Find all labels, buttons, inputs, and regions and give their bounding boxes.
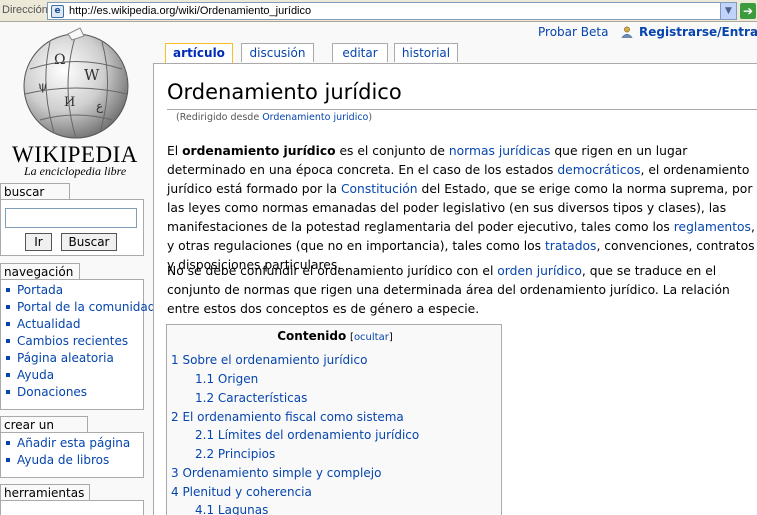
paragraph-2: No se debe confundir el ordenamiento jur… [167,264,730,316]
ir-button[interactable]: Ir [25,233,52,251]
redirect-note: (Redirigido desde Ordenamiento juridico) [176,112,373,123]
link-tratados[interactable]: tratados [545,239,597,253]
tools-portlet [0,500,144,515]
bullet-icon [6,389,10,394]
nav-item-donaciones[interactable]: Donaciones [5,384,143,401]
tools-portlet-title: herramientas [0,484,90,500]
registrar-link[interactable]: Registrarse/Entrar [639,25,757,39]
toc-item-2-1[interactable]: 2.1 Límites del ordenamiento jurídico [195,428,419,442]
toc-hide: [ocultar] [350,332,393,343]
toc-item-3[interactable]: 3 Ordenamiento simple y complejo [171,466,381,480]
svg-text:И: И [64,95,75,110]
chevron-down-icon[interactable]: ▼ [720,3,736,19]
content-area: Ordenamiento jurídico (Redirigido desde … [153,63,757,515]
navigation-portlet: Portada Portal de la comunidad Actualida… [0,279,155,410]
go-arrow-icon[interactable]: ➔ [740,3,756,19]
table-of-contents: Contenido [ocultar] 1 Sobre el ordenamie… [166,324,502,515]
url-field[interactable]: e http://es.wikipedia.org/wiki/Ordenamie… [47,2,737,20]
user-icon [621,26,633,38]
search-input[interactable] [5,208,137,228]
tab-discusion[interactable]: discusión [241,43,314,62]
svg-text:Ω: Ω [54,52,66,68]
nav-item-actualidad[interactable]: Actualidad [5,316,143,333]
bullet-icon [6,372,10,377]
book-portlet-title: crear un libro [0,416,88,446]
link-orden-juridico[interactable]: orden jurídico [497,264,582,278]
bullet-icon [6,338,10,343]
toc-item-2[interactable]: 2 El ordenamiento fiscal como sistema [171,410,404,424]
bullet-icon [6,287,10,292]
nav-item-cambios[interactable]: Cambios recientes [5,333,143,350]
buscar-button[interactable]: Buscar [61,233,117,251]
wikipedia-logo[interactable]: Ω W И ع ψ WIKIPEDIA La enciclopedia libr… [0,22,150,182]
bullet-icon [6,304,10,309]
address-bar: Dirección e http://es.wikipedia.org/wiki… [0,0,757,22]
tab-historial[interactable]: historial [394,43,458,62]
search-portlet: Ir Buscar [0,199,144,256]
bullet-icon [6,457,10,462]
book-item-add[interactable]: Añadir esta página [5,435,143,452]
bullet-icon [6,440,10,445]
link-democraticos[interactable]: democráticos [557,163,640,177]
toc-item-2-2[interactable]: 2.2 Principios [195,447,275,461]
svg-text:ψ: ψ [38,79,47,93]
book-portlet: Añadir esta página Ayuda de libros [0,432,144,478]
tab-articulo[interactable]: artículo [165,43,233,64]
paragraph-1: El ordenamiento jurídico es el conjunto … [167,144,755,272]
tab-editar[interactable]: editar [332,43,388,62]
address-label: Dirección [2,4,48,16]
page-icon: e [51,5,64,18]
book-item-help[interactable]: Ayuda de libros [5,452,143,469]
bullet-icon [6,321,10,326]
link-normas-juridicas[interactable]: normas jurídicas [449,144,551,158]
toc-item-1[interactable]: 1 Sobre el ordenamiento jurídico [171,353,367,367]
toc-item-1-1[interactable]: 1.1 Origen [195,372,258,386]
bullet-icon [6,355,10,360]
toc-item-4[interactable]: 4 Plenitud y coherencia [171,485,312,499]
toc-title: Contenido [277,329,347,343]
toc-item-1-2[interactable]: 1.2 Características [195,391,307,405]
title-divider [167,109,757,110]
nav-item-portada[interactable]: Portada [5,282,143,299]
toc-item-4-1[interactable]: 4.1 Lagunas [195,503,268,515]
toc-header: Contenido [ocultar] [167,329,503,343]
link-constitucion[interactable]: Constitución [341,182,418,196]
nav-item-ayuda[interactable]: Ayuda [5,367,143,384]
svg-text:W: W [84,66,100,84]
wikipedia-tagline: La enciclopedia libre [24,164,127,178]
puzzle-globe-icon: Ω W И ع ψ [23,27,129,139]
url-text[interactable]: http://es.wikipedia.org/wiki/Ordenamient… [69,5,311,17]
nav-item-portal[interactable]: Portal de la comunidad [5,299,155,316]
probar-beta-link[interactable]: Probar Beta [538,25,608,39]
search-portlet-title: buscar [0,183,70,199]
link-reglamentos[interactable]: reglamentos [674,220,751,234]
nav-item-aleatoria[interactable]: Página aleatoria [5,350,143,367]
page-title: Ordenamiento jurídico [167,80,402,104]
navigation-portlet-title: navegación [0,263,80,279]
toc-hide-link[interactable]: ocultar [354,332,389,343]
svg-text:ع: ع [96,99,104,113]
redirect-link[interactable]: Ordenamiento juridico [262,112,368,123]
